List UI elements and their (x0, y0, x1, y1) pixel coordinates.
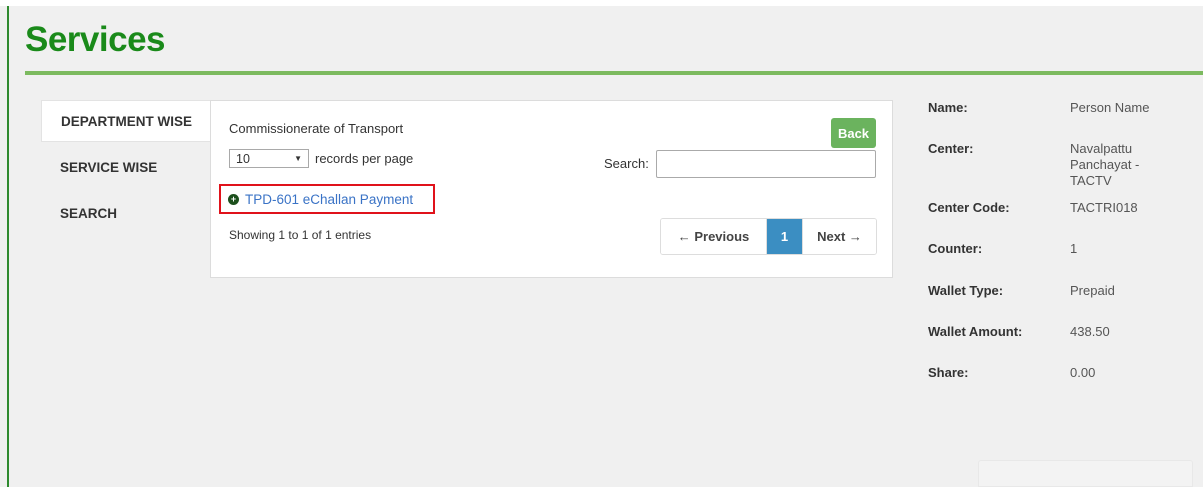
tab-department-wise[interactable]: DEPARTMENT WISE (41, 100, 211, 142)
center-value-line-2: Panchayat - (1070, 157, 1140, 172)
pagination: ← Previous 1 Next → (660, 218, 877, 255)
wallet-type-value: Prepaid (1070, 283, 1115, 298)
counter-value: 1 (1070, 241, 1078, 256)
wallet-type-label: Wallet Type: (928, 283, 1004, 298)
page-length-select[interactable]: 10 ▼ (229, 149, 309, 168)
service-item-link[interactable]: TPD-601 eChallan Payment (245, 192, 413, 207)
tab-search[interactable]: SEARCH (41, 190, 211, 236)
center-code-value: TACTRI018 (1070, 200, 1138, 215)
top-strip (0, 0, 1203, 6)
title-divider (25, 71, 1203, 75)
current-page-button[interactable]: 1 (767, 219, 802, 254)
wallet-amount-value: 438.50 (1070, 324, 1110, 339)
tab-service-wise[interactable]: SERVICE WISE (41, 144, 211, 190)
center-code-label: Center Code: (928, 200, 1010, 215)
search-label: Search: (604, 156, 649, 171)
counter-label: Counter: (928, 241, 983, 256)
share-label: Share: (928, 365, 969, 380)
page-length-control: 10 ▼ records per page (229, 149, 413, 168)
service-item-highlight: + TPD-601 eChallan Payment (219, 184, 435, 214)
page-length-suffix: records per page (315, 151, 414, 166)
page-length-value: 10 (236, 151, 250, 166)
name-label: Name: (928, 100, 968, 115)
table-info: Showing 1 to 1 of 1 entries (229, 228, 372, 242)
next-page-button[interactable]: Next → (802, 219, 876, 254)
left-border (7, 6, 9, 487)
name-value: Person Name (1070, 100, 1150, 115)
chevron-down-icon: ▼ (294, 154, 302, 163)
search-input[interactable] (656, 150, 876, 178)
previous-page-button[interactable]: ← Previous (661, 219, 767, 254)
back-button[interactable]: Back (831, 118, 876, 148)
faded-widget (978, 460, 1193, 487)
services-panel: Commissionerate of Transport Back 10 ▼ r… (210, 100, 893, 278)
share-value: 0.00 (1070, 365, 1096, 380)
center-value-line-3: TACTV (1070, 173, 1112, 188)
page-title: Services (25, 20, 166, 59)
plus-circle-icon[interactable]: + (228, 193, 239, 205)
center-label: Center: (928, 141, 974, 156)
department-name: Commissionerate of Transport (229, 121, 404, 136)
center-value: Navalpattu Panchayat - TACTV (1070, 141, 1190, 189)
wallet-amount-label: Wallet Amount: (928, 324, 1023, 339)
tab-list: DEPARTMENT WISE SERVICE WISE SEARCH (41, 100, 211, 236)
center-value-line-1: Navalpattu (1070, 141, 1133, 156)
